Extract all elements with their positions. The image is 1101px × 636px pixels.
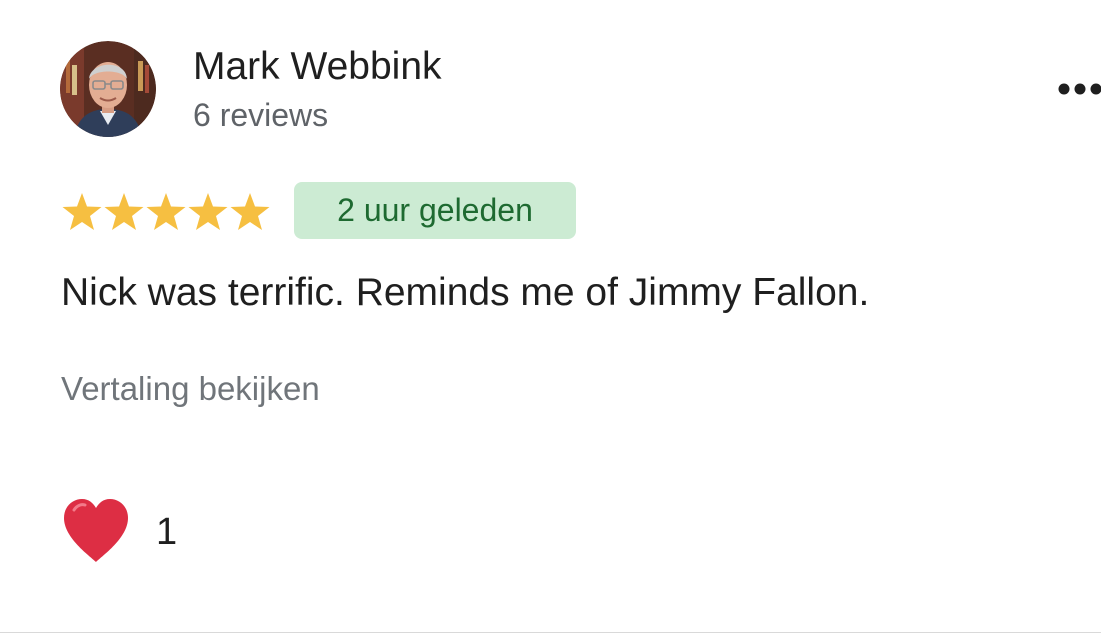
divider xyxy=(0,632,1101,633)
star-rating xyxy=(61,190,271,234)
more-horizontal-icon xyxy=(1058,83,1101,95)
star-icon xyxy=(146,193,186,230)
more-options-button[interactable] xyxy=(1052,72,1101,106)
heart-icon xyxy=(64,499,128,562)
star-icon xyxy=(188,193,228,230)
review-count[interactable]: 6 reviews xyxy=(193,96,328,134)
like-count: 1 xyxy=(156,511,178,553)
view-translation-link[interactable]: Vertaling bekijken xyxy=(61,369,320,409)
star-icon xyxy=(230,193,270,230)
star-icon xyxy=(104,193,144,230)
time-ago-badge: 2 uur geleden xyxy=(294,182,576,239)
like-button[interactable]: 1 xyxy=(60,496,177,568)
review-card: Mark Webbink 6 reviews 2 uur geleden Nic… xyxy=(0,0,1101,633)
review-text: Nick was terrific. Reminds me of Jimmy F… xyxy=(61,271,870,314)
star-icon xyxy=(62,193,102,230)
avatar-photo xyxy=(60,41,156,137)
avatar[interactable] xyxy=(60,41,156,137)
reviewer-name[interactable]: Mark Webbink xyxy=(193,44,442,90)
